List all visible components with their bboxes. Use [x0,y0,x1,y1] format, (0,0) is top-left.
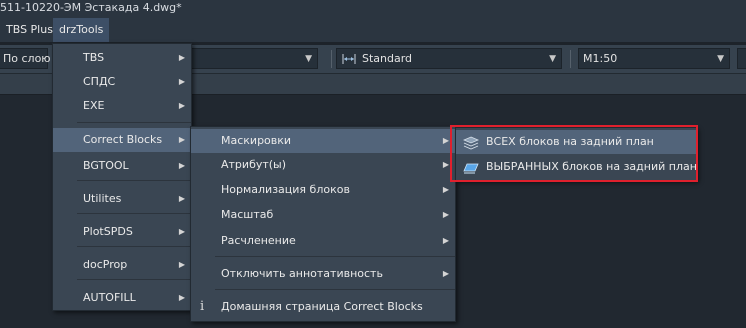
menu-divider [215,289,455,290]
correct-blocks-submenu: Маскировки ▶ Атрибут(ы) ▶ Нормализация бло… [190,126,456,322]
layer-combo[interactable]: По слою [0,48,51,69]
chevron-right-icon: ▶ [178,161,185,170]
menu-item-normalize-blocks[interactable]: Нормализация блоков ▶ [191,178,455,202]
menu-item-scale[interactable]: Масштаб ▶ [191,203,455,227]
menu-item-autofill[interactable]: AUTOFILL ▶ [53,286,191,310]
menu-divider [77,246,191,247]
menu-divider [215,256,455,257]
dimension-icon [342,54,356,64]
linetype-combo[interactable]: ▼ [190,48,318,69]
menu-divider [77,213,191,214]
extra-combo[interactable] [737,48,746,69]
scale-combo[interactable]: M1:50 ▼ [578,48,730,69]
layer-combo-value: По слою [3,52,51,65]
toolbar-separator [570,50,571,68]
menu-item-spds[interactable]: СПДС ▶ [53,70,191,94]
chevron-right-icon: ▶ [178,77,185,86]
chevron-right-icon: ▶ [178,135,185,144]
menu-item-docprop[interactable]: docProp ▶ [53,253,191,277]
title-bar: 511-10220-ЭМ Эстакада 4.dwg* [0,0,746,18]
chevron-right-icon: ▶ [442,210,449,219]
masking-submenu: ВСЕХ блоков на задний план ВЫБРАННЫХ бло… [455,127,697,181]
chevron-right-icon: ▶ [442,236,449,245]
menu-item-maskirovki[interactable]: Маскировки ▶ [191,129,455,153]
menu-bar: TBS Plus drzTools [0,18,746,42]
drztools-dropdown: TBS ▶ СПДС ▶ EXE ▶ Correct Blocks ▶ BGTOOL ▶ … [52,43,192,311]
menu-divider [77,279,191,280]
chevron-right-icon: ▶ [442,160,449,169]
chevron-right-icon: ▶ [442,136,449,145]
window-title: 511-10220-ЭМ Эстакада 4.dwg* [0,1,182,14]
chevron-right-icon: ▶ [178,293,185,302]
menu-item-all-blocks-to-back[interactable]: ВСЕХ блоков на задний план [456,130,696,154]
menu-divider [77,180,191,181]
layers-stack-icon [463,136,479,150]
menu-item-selected-blocks-to-back[interactable]: ВЫБРАННЫХ блоков на задний план [456,155,697,179]
menu-item-attributes[interactable]: Атрибут(ы) ▶ [191,153,455,177]
chevron-right-icon: ▶ [178,227,185,236]
dimstyle-combo[interactable]: Standard ▼ [336,48,562,69]
chevron-down-icon: ▼ [305,54,312,64]
menu-item-plotspds[interactable]: PlotSPDS ▶ [53,220,191,244]
chevron-right-icon: ▶ [178,260,185,269]
chevron-right-icon: ▶ [178,101,185,110]
layer-plane-icon [463,163,479,174]
menu-item-bgtool[interactable]: BGTOOL ▶ [53,154,191,178]
menu-tbs-plus[interactable]: TBS Plus [0,18,59,42]
menu-item-disable-annotative[interactable]: Отключить аннотативность ▶ [191,262,455,286]
chevron-right-icon: ▶ [442,269,449,278]
dimstyle-combo-value: Standard [362,52,413,65]
menu-divider [77,122,191,123]
menu-item-utilites[interactable]: Utilites ▶ [53,187,191,211]
menu-item-correct-blocks[interactable]: Correct Blocks ▶ [53,128,191,152]
toolbar-separator [331,50,332,68]
chevron-right-icon: ▶ [178,53,185,62]
menu-item-explode[interactable]: Расчленение ▶ [191,229,455,253]
chevron-down-icon: ▼ [717,54,724,64]
scale-combo-value: M1:50 [583,52,618,65]
chevron-right-icon: ▶ [178,194,185,203]
menu-drztools[interactable]: drzTools [53,18,110,42]
info-icon: i [200,299,205,314]
menu-item-tbs[interactable]: TBS ▶ [53,46,191,70]
chevron-down-icon: ▼ [549,54,556,64]
chevron-right-icon: ▶ [442,185,449,194]
menu-item-correct-blocks-home[interactable]: i Домашняя страница Correct Blocks [191,295,455,319]
menu-item-exe[interactable]: EXE ▶ [53,94,191,118]
